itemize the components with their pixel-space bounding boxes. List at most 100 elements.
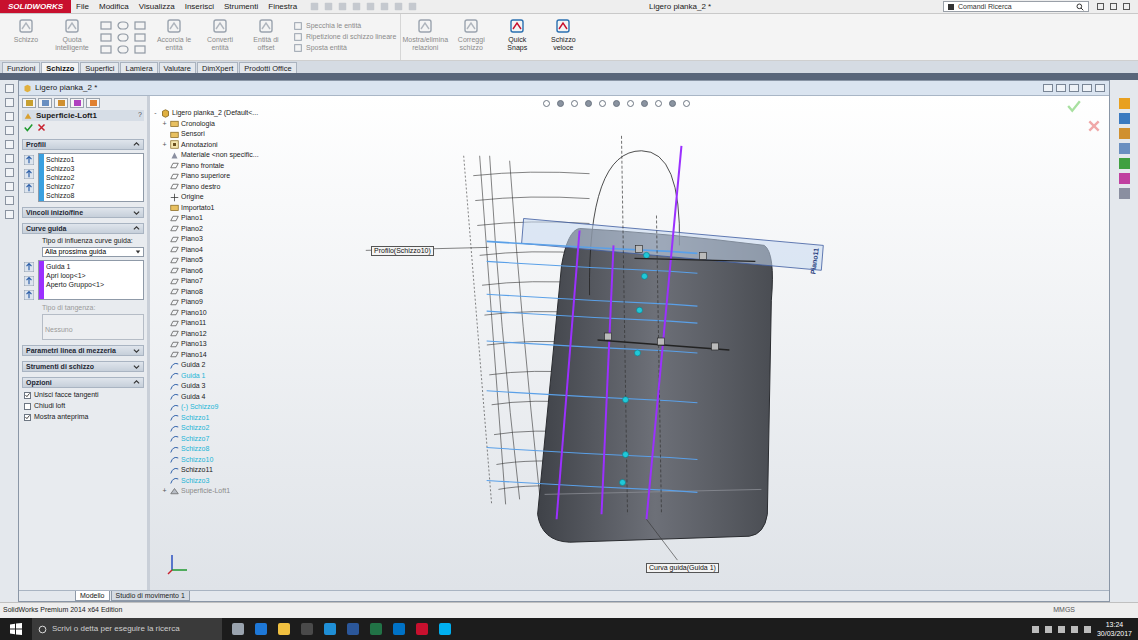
clock[interactable]: 13:2430/03/2017	[1097, 620, 1132, 638]
option-checkbox[interactable]: Mostra anteprima	[24, 413, 144, 421]
tray-icon[interactable]	[1071, 626, 1078, 633]
tree-item[interactable]: Origine	[152, 192, 300, 203]
document-control-icon[interactable]	[1043, 84, 1053, 92]
command-tab[interactable]: Funzioni	[2, 62, 40, 73]
manager-tab-icon[interactable]	[70, 98, 84, 108]
tree-item[interactable]: Piano4	[152, 245, 300, 256]
document-control-icon[interactable]	[1069, 84, 1079, 92]
option-checkbox[interactable]: Unisci facce tangenti	[24, 391, 144, 399]
list-item[interactable]: Aperto Gruppo<1>	[46, 280, 141, 289]
tool-icon[interactable]	[5, 98, 14, 107]
command-tab[interactable]: DimXpert	[197, 62, 238, 73]
menu-item[interactable]: Inserisci	[180, 0, 219, 14]
tree-item[interactable]: Piano frontale	[152, 161, 300, 172]
bottom-tab[interactable]: Modello	[75, 591, 110, 601]
taskbar-search[interactable]: Scrivi o detta per eseguire la ricerca	[32, 618, 222, 640]
command-button[interactable]: Converti entità	[198, 14, 242, 60]
tree-item[interactable]: +Superficie-Loft1	[152, 486, 300, 497]
section-header[interactable]: Curve guida	[22, 223, 144, 234]
menu-item[interactable]: Finestra	[263, 0, 302, 14]
task-pane-icon[interactable]	[1119, 143, 1130, 154]
taskbar-app-icon[interactable]	[232, 623, 244, 635]
task-pane-icon[interactable]	[1119, 188, 1130, 199]
command-button[interactable]: Schizzo veloce	[541, 14, 585, 60]
taskbar-app-icon[interactable]	[301, 623, 313, 635]
tray-icon[interactable]	[1045, 626, 1052, 633]
command-button[interactable]: Ripetizione di schizzo lineare	[294, 33, 396, 41]
taskbar-app-icon[interactable]	[416, 623, 428, 635]
tangency-dropdown[interactable]: Nessuno	[42, 314, 144, 340]
list-item[interactable]: Apri loop<1>	[46, 271, 141, 280]
taskbar-app-icon[interactable]	[439, 623, 451, 635]
tree-item[interactable]: Importato1	[152, 203, 300, 214]
menu-item[interactable]: Modifica	[94, 0, 134, 14]
search-box[interactable]: Comandi Ricerca	[943, 1, 1089, 12]
connector-point[interactable]	[636, 307, 642, 313]
tree-item[interactable]: Piano superiore	[152, 171, 300, 182]
tool-icon[interactable]	[5, 126, 14, 135]
taskbar-app-icon[interactable]	[324, 623, 336, 635]
command-tab[interactable]: Prodotti Office	[239, 62, 296, 73]
option-checkbox[interactable]: Chiudi loft	[24, 402, 144, 410]
menu-item[interactable]: File	[71, 0, 94, 14]
command-button[interactable]: Correggi schizzo	[449, 14, 493, 60]
tree-item[interactable]: Schizzo8	[152, 444, 300, 455]
tree-item[interactable]: Piano1	[152, 213, 300, 224]
manager-tab-icon[interactable]	[22, 98, 36, 108]
tree-item[interactable]: -Ligero pianka_2 (Default<...	[152, 108, 300, 119]
window-control-icon[interactable]	[1123, 3, 1130, 10]
tree-item[interactable]: Sensori	[152, 129, 300, 140]
tool-icon[interactable]	[5, 168, 14, 177]
section-header[interactable]: Opzioni	[22, 377, 144, 388]
command-tab[interactable]: Lamiera	[120, 62, 157, 73]
tree-item[interactable]: Schizzo2	[152, 423, 300, 434]
graphics-area[interactable]: -Ligero pianka_2 (Default<...+Cronologia…	[150, 96, 1109, 590]
connector-point[interactable]	[634, 350, 640, 356]
document-control-icon[interactable]	[1082, 84, 1092, 92]
list-item[interactable]: Schizzo3	[46, 164, 141, 173]
units-indicator[interactable]: MMGS	[1053, 605, 1135, 616]
tree-item[interactable]: Guida 2	[152, 360, 300, 371]
connector-point[interactable]	[620, 479, 626, 485]
tray-icon[interactable]	[1058, 626, 1065, 633]
tool-icon[interactable]	[5, 154, 14, 163]
tree-item[interactable]: Piano2	[152, 224, 300, 235]
tool-icon[interactable]	[5, 210, 14, 219]
task-pane-icon[interactable]	[1119, 113, 1130, 124]
tree-item[interactable]: Piano6	[152, 266, 300, 277]
task-pane-icon[interactable]	[1119, 158, 1130, 169]
tree-item[interactable]: Piano14	[152, 350, 300, 361]
document-control-icon[interactable]	[1095, 84, 1105, 92]
tree-item[interactable]: Piano12	[152, 329, 300, 340]
influence-dropdown[interactable]: Alla prossima guida	[42, 247, 144, 257]
tray-icon[interactable]	[1084, 626, 1091, 633]
section-header[interactable]: Strumenti di schizzo	[22, 361, 144, 372]
app-logo[interactable]: SOLIDWORKS	[0, 0, 71, 13]
window-control-icon[interactable]	[1110, 3, 1117, 10]
tree-item[interactable]: Schizzo3	[152, 476, 300, 487]
tool-icon[interactable]	[5, 84, 14, 93]
window-control-icon[interactable]	[1097, 3, 1104, 10]
command-tab[interactable]: Schizzo	[41, 62, 79, 73]
manager-tab-icon[interactable]	[86, 98, 100, 108]
command-button[interactable]: Quick Snaps	[495, 14, 539, 60]
tree-item[interactable]: Piano8	[152, 287, 300, 298]
tree-item[interactable]: Piano10	[152, 308, 300, 319]
taskbar-app-icon[interactable]	[393, 623, 405, 635]
command-button[interactable]: Sposta entità	[294, 44, 396, 52]
task-pane-icon[interactable]	[1119, 98, 1130, 109]
list-item[interactable]: Schizzo7	[46, 182, 141, 191]
tree-item[interactable]: Piano5	[152, 255, 300, 266]
tree-item[interactable]: Schizzo10	[152, 455, 300, 466]
list-item[interactable]: Schizzo1	[46, 155, 141, 164]
taskbar-app-icon[interactable]	[370, 623, 382, 635]
section-header[interactable]: Profili	[22, 139, 144, 150]
list-item[interactable]: Guida 1	[46, 262, 141, 271]
menu-item[interactable]: Visualizza	[134, 0, 180, 14]
tree-item[interactable]: Schizzo11	[152, 465, 300, 476]
tree-item[interactable]: Guida 1	[152, 371, 300, 382]
tree-item[interactable]: Schizzo7	[152, 434, 300, 445]
tree-item[interactable]: Piano3	[152, 234, 300, 245]
menu-item[interactable]: Strumenti	[219, 0, 263, 14]
taskbar-app-icon[interactable]	[255, 623, 267, 635]
